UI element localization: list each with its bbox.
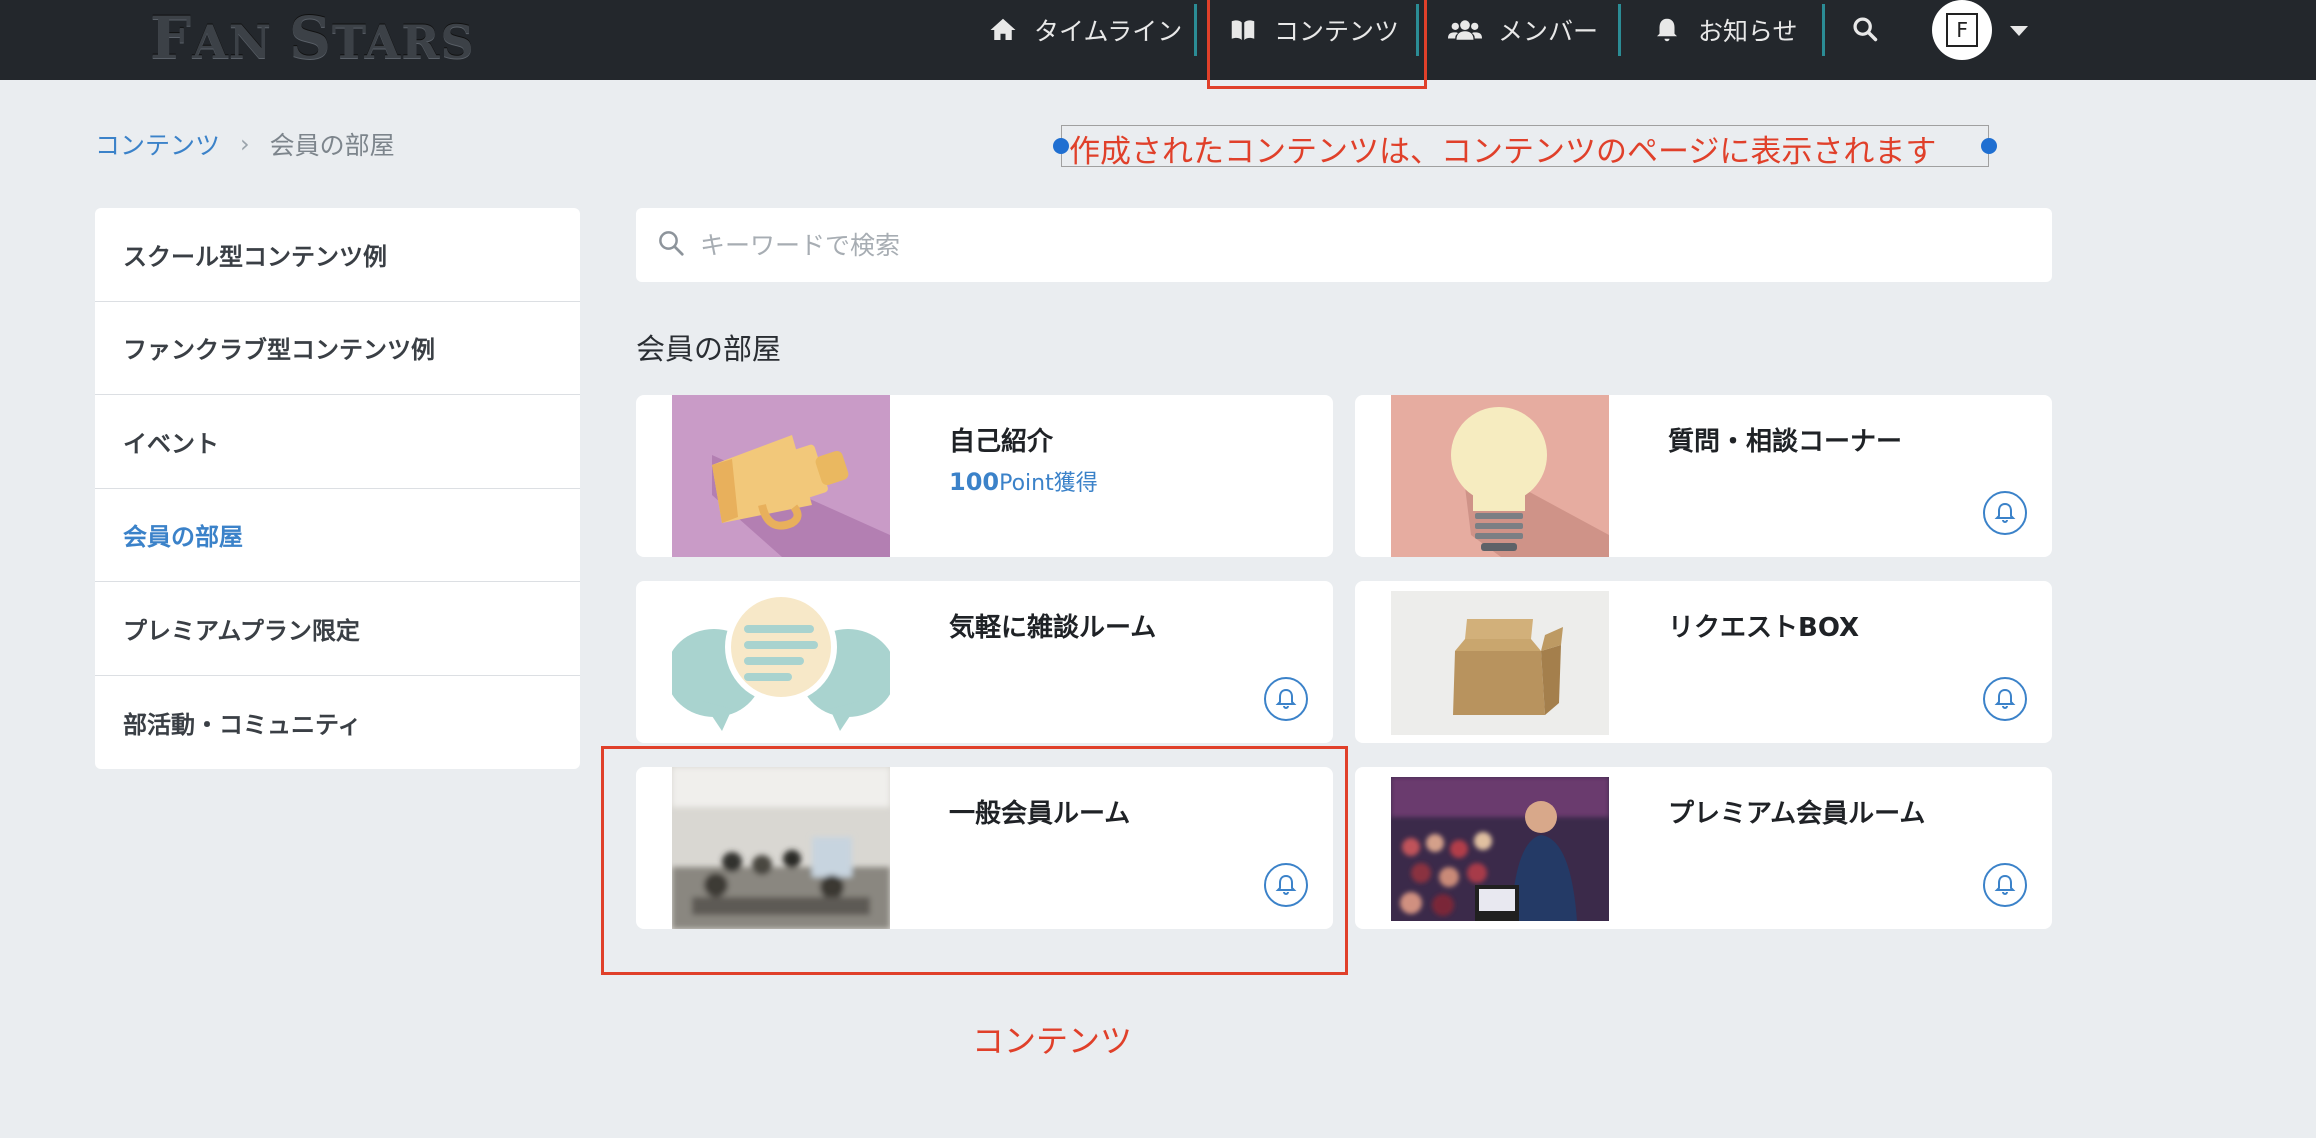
users-icon: [1448, 15, 1482, 45]
conference-speaker-photo: [1391, 777, 1609, 921]
keyword-search-box[interactable]: [636, 208, 2052, 282]
sidebar-item-community[interactable]: 部活動・コミュニティ: [95, 676, 580, 770]
search-icon: [656, 228, 686, 262]
bell-icon: [1994, 502, 2016, 523]
bell-icon: [1994, 688, 2016, 709]
points-unit: Point獲得: [999, 471, 1098, 496]
content-card-chat-room[interactable]: 気軽に雑談ルーム: [636, 581, 1333, 743]
nav-divider: [1194, 4, 1197, 56]
nav-members-label: メンバー: [1498, 17, 1599, 46]
card-title: 気軽に雑談ルーム: [949, 613, 1157, 643]
card-points: 100Point獲得: [949, 465, 1098, 497]
nav-divider: [1822, 4, 1825, 56]
search-icon: [1851, 15, 1881, 45]
subscribe-bell-button[interactable]: [1983, 863, 2027, 907]
card-title: 自己紹介: [949, 427, 1054, 457]
card-title: プレミアム会員ルーム: [1668, 799, 1926, 829]
annotation-text-top: 作成されたコンテンツは、コンテンツのページに表示されます: [1069, 134, 1937, 170]
content-card-request-box[interactable]: リクエストBOX: [1355, 581, 2052, 743]
content-card-qa[interactable]: 質問・相談コーナー: [1355, 395, 2052, 557]
breadcrumb-root-link[interactable]: コンテンツ: [95, 126, 220, 162]
sidebar-item-members-room[interactable]: 会員の部屋: [95, 489, 580, 582]
search-input[interactable]: [700, 230, 2000, 260]
breadcrumb: コンテンツ › 会員の部屋: [95, 126, 395, 162]
avatar-letter: F: [1946, 13, 1978, 47]
annotation-text-bottom: コンテンツ: [972, 1022, 1133, 1060]
bell-icon: [1275, 688, 1297, 709]
site-logo[interactable]: FAN STARS: [150, 4, 475, 72]
nav-notifications[interactable]: お知らせ: [1652, 0, 1798, 60]
category-sidebar: スクール型コンテンツ例 ファンクラブ型コンテンツ例 イベント 会員の部屋 プレミ…: [95, 208, 580, 769]
card-title: 質問・相談コーナー: [1668, 427, 1903, 457]
sidebar-item-premium[interactable]: プレミアムプラン限定: [95, 582, 580, 676]
breadcrumb-separator: ›: [240, 130, 250, 158]
speech-bubbles-illustration: [672, 581, 890, 743]
megaphone-illustration: [672, 395, 890, 557]
top-navbar: FAN STARS タイムライン コンテンツ メンバー お知らせ F: [0, 0, 2316, 80]
bell-icon: [1652, 15, 1682, 45]
chevron-down-icon[interactable]: [2010, 26, 2028, 36]
cardboard-box-photo: [1391, 591, 1609, 735]
nav-members[interactable]: メンバー: [1448, 0, 1598, 60]
section-title: 会員の部屋: [636, 332, 782, 366]
home-icon: [988, 15, 1018, 45]
nav-divider: [1618, 4, 1621, 56]
bell-icon: [1994, 874, 2016, 895]
breadcrumb-current: 会員の部屋: [269, 131, 395, 160]
highlight-box-content-card: [601, 746, 1348, 975]
subscribe-bell-button[interactable]: [1264, 677, 1308, 721]
nav-notifications-label: お知らせ: [1698, 17, 1798, 46]
lightbulb-illustration: [1391, 395, 1609, 557]
content-card-self-intro[interactable]: 自己紹介 100Point獲得: [636, 395, 1333, 557]
sidebar-item-school[interactable]: スクール型コンテンツ例: [95, 208, 580, 302]
annotation-handle-right: [1981, 138, 1997, 154]
nav-timeline[interactable]: タイムライン: [988, 0, 1182, 60]
nav-timeline-label: タイムライン: [1034, 17, 1183, 46]
nav-search-button[interactable]: [1851, 0, 1897, 60]
sidebar-item-fanclub[interactable]: ファンクラブ型コンテンツ例: [95, 302, 580, 395]
points-value: 100: [949, 468, 1000, 496]
user-avatar[interactable]: F: [1932, 0, 1992, 60]
sidebar-item-event[interactable]: イベント: [95, 395, 580, 489]
highlight-box-nav-contents: [1207, 0, 1427, 89]
subscribe-bell-button[interactable]: [1983, 677, 2027, 721]
annotation-handle-left: [1053, 138, 1069, 154]
content-card-premium-members-room[interactable]: プレミアム会員ルーム: [1355, 767, 2052, 929]
subscribe-bell-button[interactable]: [1983, 491, 2027, 535]
card-title: リクエストBOX: [1668, 613, 1860, 643]
